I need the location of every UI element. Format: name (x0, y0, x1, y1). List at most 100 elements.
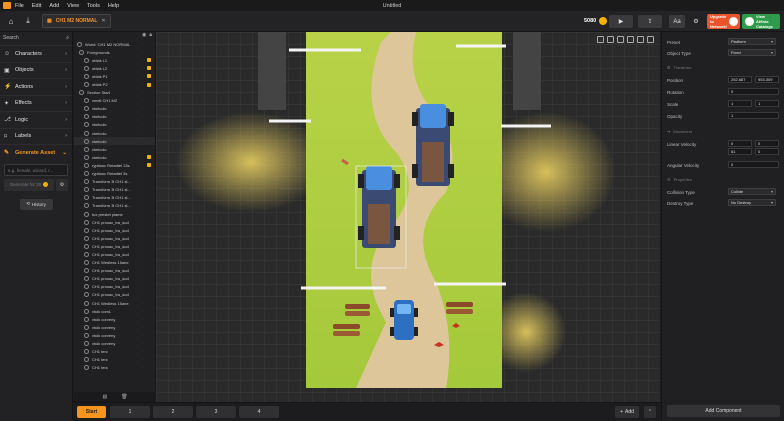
scene-tab-3[interactable]: 3 (196, 406, 236, 418)
sidebar-item-actions[interactable]: ⚡ Actions › (0, 78, 72, 95)
visibility-dot-icon[interactable]: · (142, 244, 143, 249)
hierarchy-row[interactable]: vketcolc · (74, 113, 155, 121)
visibility-dot-icon[interactable]: · (142, 195, 143, 200)
visibility-dot-icon[interactable]: · (142, 122, 143, 127)
hierarchy-row[interactable]: vketcolc · (74, 105, 155, 113)
add-scene-button[interactable]: + Add (615, 406, 639, 418)
visibility-dot-icon[interactable]: · (142, 187, 143, 192)
hierarchy-row[interactable]: vtuik corveny · (74, 331, 155, 339)
visibility-dot-icon[interactable]: · (142, 114, 143, 119)
hierarchy-row[interactable]: rypttusc Retadtel 3s · (74, 170, 155, 178)
menu-add[interactable]: Add (49, 3, 59, 9)
hierarchy-row[interactable]: Transform 3i CH1 sl... · (74, 178, 155, 186)
position-x-input[interactable]: 252.687 (728, 76, 752, 83)
generate-settings-gear-icon[interactable]: ⚙ (56, 178, 68, 191)
hierarchy-row[interactable]: vtuik corveny · (74, 339, 155, 347)
linear-velocity-x-input[interactable]: 0 (728, 140, 752, 147)
visibility-dot-icon[interactable]: · (142, 365, 143, 370)
menu-view[interactable]: View (67, 3, 79, 9)
hierarchy-row[interactable]: CH1 prosac_tra_sud · (74, 218, 155, 226)
hierarchy-row[interactable]: oblak P1 · (74, 72, 155, 80)
visibility-dot-icon[interactable]: · (142, 50, 143, 55)
visibility-dot-icon[interactable]: · (142, 58, 143, 63)
hierarchy-row[interactable]: World: CH1 M2 NORMAL · (74, 40, 155, 48)
lock-icon[interactable] (147, 66, 151, 71)
history-button[interactable]: ⟲ History (19, 198, 53, 210)
visibility-dot-icon[interactable]: · (142, 179, 143, 184)
visibility-dot-icon[interactable]: · (142, 236, 143, 241)
visibility-dot-icon[interactable]: · (142, 147, 143, 152)
scene-tab-1[interactable]: 1 (110, 406, 150, 418)
visibility-dot-icon[interactable]: · (142, 325, 143, 330)
visibility-dot-icon[interactable]: · (142, 341, 143, 346)
close-icon[interactable]: ✕ (101, 18, 105, 24)
scene-tab-2[interactable]: 2 (153, 406, 193, 418)
visibility-dot-icon[interactable]: · (142, 333, 143, 338)
hierarchy-row[interactable]: oblak L2 · (74, 64, 155, 72)
sidebar-item-characters[interactable]: ☺ Characters › (0, 45, 72, 62)
hierarchy-row[interactable]: vketcolc · (74, 153, 155, 161)
visibility-dot-icon[interactable]: · (142, 212, 143, 217)
hierarchy-row[interactable]: CH1 prosac_tra_sud · (74, 291, 155, 299)
generate-prompt-input[interactable]: e.g. female, wizard, r... (4, 163, 68, 176)
scale-x-input[interactable]: 1 (728, 100, 752, 107)
hierarchy-row[interactable]: CH1 prosac_tra_sud · (74, 234, 155, 242)
play-button[interactable]: ▶ (609, 15, 633, 28)
hierarchy-row[interactable]: vtuik cornL · (74, 307, 155, 315)
hierarchy-row[interactable]: Foregrounds · (74, 48, 155, 56)
hierarchy-row[interactable]: CH1 prosac_tra_sud · (74, 275, 155, 283)
menu-help[interactable]: Help (108, 3, 119, 9)
add-folder-icon[interactable]: ▤ (102, 394, 107, 400)
trash-icon[interactable]: 🗑︎ (121, 394, 127, 400)
eye-icon[interactable]: ◉ (142, 32, 146, 40)
visibility-dot-icon[interactable]: · (142, 252, 143, 257)
angular-velocity-input[interactable]: 0 (728, 161, 779, 168)
hierarchy-row[interactable]: CH1 terc · (74, 356, 155, 364)
settings-gear-icon[interactable]: ⚙ (688, 15, 704, 28)
collapse-button[interactable]: ⌃ (644, 406, 656, 418)
font-button[interactable]: Aa (669, 15, 685, 28)
visibility-dot-icon[interactable]: · (142, 309, 143, 314)
lock-icon[interactable]: 🔒︎ (149, 32, 152, 40)
catalogs-promo-button[interactable]: View Affinia Catalogs (742, 14, 780, 29)
generate-button[interactable]: Generate for 20 (4, 178, 54, 191)
lock-icon[interactable] (147, 163, 151, 168)
opacity-input[interactable]: 1 (728, 112, 779, 119)
sidebar-item-effects[interactable]: ✦ Effects › (0, 94, 72, 112)
hierarchy-row[interactable]: CH1 prosac_tra_sud · (74, 250, 155, 258)
hierarchy-row[interactable]: CH1 prosac_tra_sud · (74, 283, 155, 291)
visibility-dot-icon[interactable]: · (142, 131, 143, 136)
visibility-dot-icon[interactable]: · (142, 66, 143, 71)
hierarchy-row[interactable]: vketcolc · (74, 121, 155, 129)
visibility-dot-icon[interactable]: · (142, 301, 143, 306)
home-icon[interactable]: ⌂ (5, 15, 17, 27)
visibility-dot-icon[interactable]: · (142, 98, 143, 103)
hierarchy-row[interactable]: Transform 3i CH1 sl... · (74, 202, 155, 210)
download-icon[interactable]: ⤓ (22, 15, 34, 27)
scene-tab-4[interactable]: 4 (239, 406, 279, 418)
scene-viewport[interactable] (156, 32, 660, 402)
hierarchy-row[interactable]: CH1 terc · (74, 348, 155, 356)
hierarchy-row[interactable]: CH1 terc · (74, 364, 155, 372)
upgrade-promo-button[interactable]: Upgrade to Network! (707, 14, 740, 29)
visibility-dot-icon[interactable]: · (142, 220, 143, 225)
menu-edit[interactable]: Edit (32, 3, 41, 9)
scale-y-input[interactable]: 1 (755, 100, 779, 107)
hierarchy-row[interactable]: vtuik corveny · (74, 323, 155, 331)
hierarchy-row[interactable]: zmeli CH1 M2 · (74, 97, 155, 105)
visibility-dot-icon[interactable]: · (142, 228, 143, 233)
visibility-dot-icon[interactable]: · (142, 317, 143, 322)
hierarchy-row[interactable]: CH1 prosac_tra_sud · (74, 267, 155, 275)
menu-file[interactable]: File (15, 3, 24, 9)
hierarchy-row[interactable]: vtuik corveny · (74, 315, 155, 323)
sidebar-item-generate-asset[interactable]: ✎ Generate Asset ⌄ (0, 144, 72, 161)
visibility-dot-icon[interactable]: · (142, 139, 143, 144)
hierarchy-row[interactable]: oblak L1 · (74, 56, 155, 64)
hierarchy-row[interactable]: Transform 3i CH1 sl... · (74, 186, 155, 194)
lock-icon[interactable] (147, 155, 151, 160)
hierarchy-row[interactable]: CH1 Wedless 15ane · (74, 259, 155, 267)
scene-tab-start[interactable]: Start (77, 406, 106, 418)
hierarchy-row[interactable]: CH1 Wedless 15ane · (74, 299, 155, 307)
share-button[interactable]: ⇪ (638, 15, 662, 28)
preset-select[interactable]: Platform ▾ (728, 38, 776, 45)
